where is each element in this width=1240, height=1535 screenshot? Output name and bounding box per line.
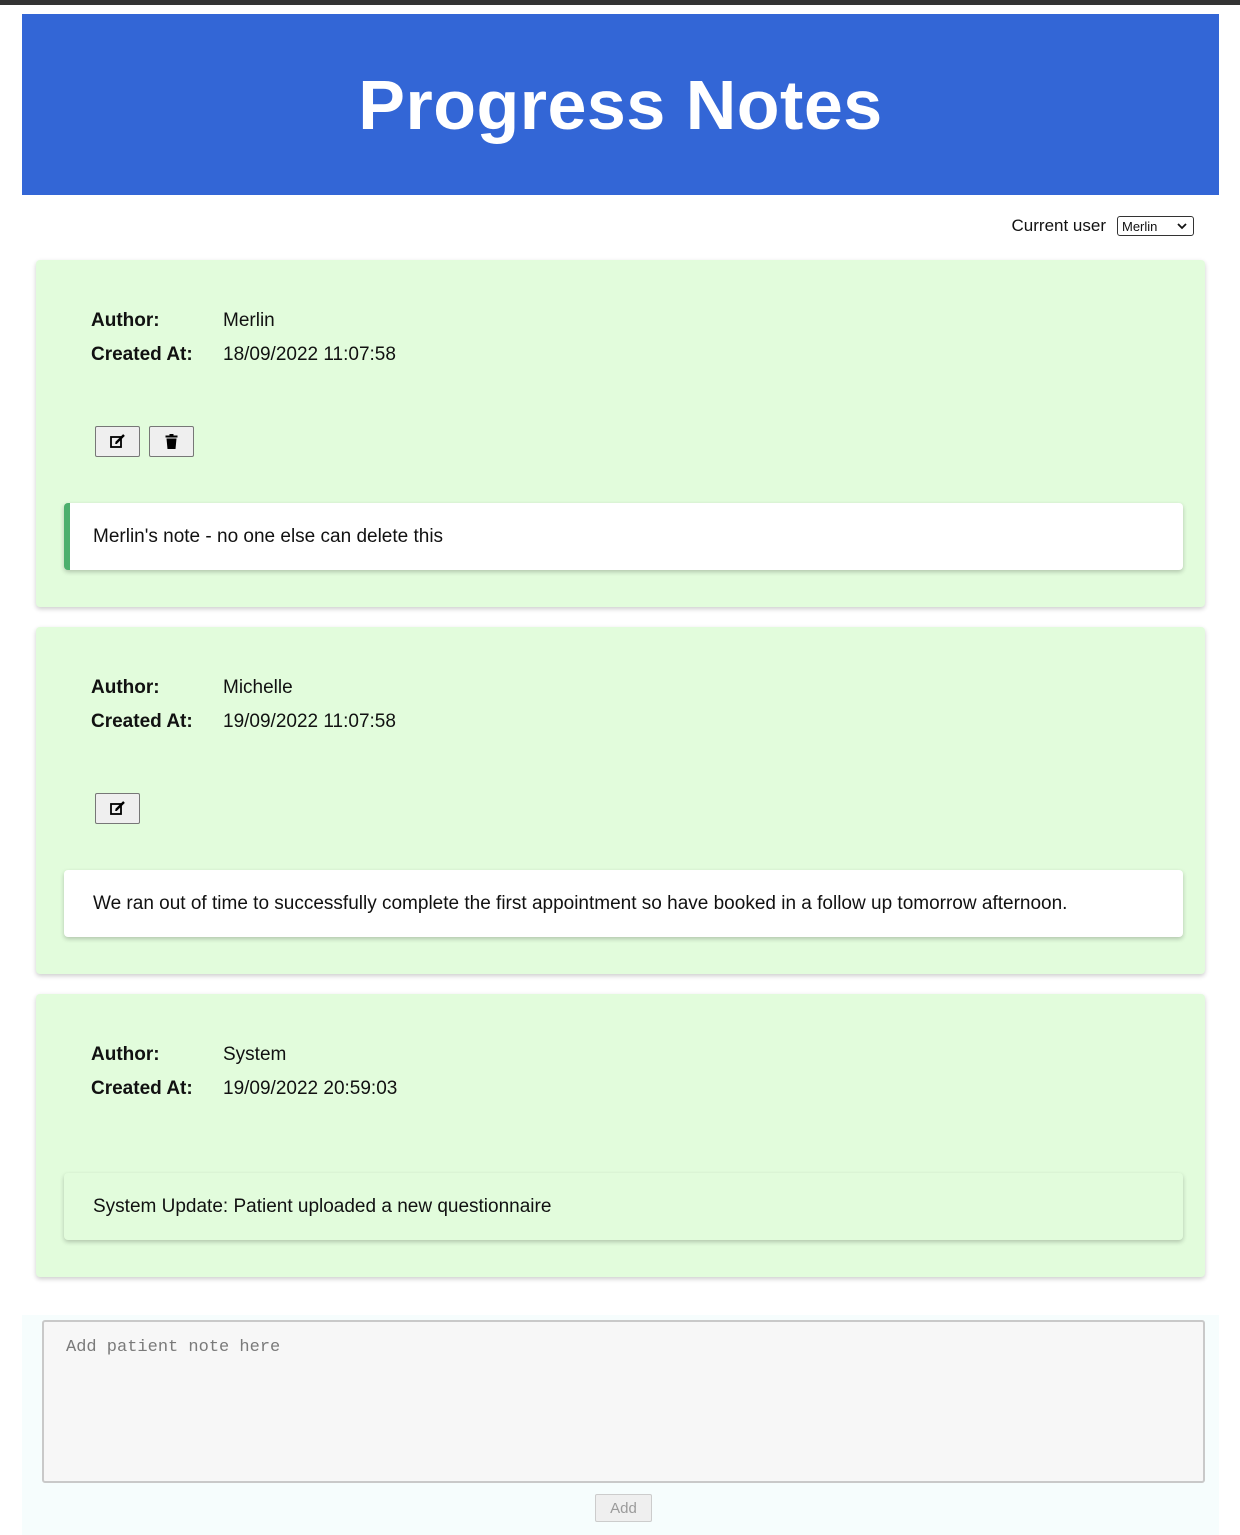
- author-label: Author:: [91, 310, 160, 331]
- current-user-value: Merlin: [1122, 218, 1158, 234]
- current-user-select[interactable]: Merlin: [1117, 216, 1194, 236]
- created-at-value: 19/09/2022 11:07:58: [223, 711, 396, 732]
- note-composer: Add: [22, 1315, 1219, 1535]
- note-card: Author: Merlin Created At: 18/09/2022 11…: [36, 260, 1205, 607]
- note-text-content: Merlin's note - no one else can delete t…: [93, 525, 444, 547]
- note-text-content: We ran out of time to successfully compl…: [93, 892, 1068, 914]
- note-card: Author: Michelle Created At: 19/09/2022 …: [36, 627, 1205, 974]
- top-border: [0, 0, 1240, 5]
- created-at-label: Created At:: [91, 344, 193, 365]
- note-actions: [95, 426, 194, 457]
- note-actions: [95, 793, 140, 824]
- created-at-label: Created At:: [91, 711, 193, 732]
- edit-icon: [109, 801, 125, 815]
- created-at-value: 19/09/2022 20:59:03: [223, 1078, 398, 1099]
- edit-button[interactable]: [95, 426, 140, 457]
- current-user-label: Current user: [1011, 216, 1106, 235]
- patient-note-input[interactable]: [42, 1320, 1205, 1483]
- current-user-picker: Current user Merlin: [1012, 216, 1194, 236]
- trash-icon: [165, 434, 178, 449]
- edit-button[interactable]: [95, 793, 140, 824]
- note-meta: Author: Merlin Created At: 18/09/2022 11…: [91, 304, 396, 372]
- chevron-down-icon: [1177, 222, 1187, 229]
- page-header: Progress Notes: [22, 14, 1219, 195]
- author-value: Michelle: [223, 677, 293, 698]
- delete-button[interactable]: [149, 426, 194, 457]
- note-text: System Update: Patient uploaded a new qu…: [64, 1173, 1183, 1240]
- note-meta: Author: Michelle Created At: 19/09/2022 …: [91, 671, 396, 739]
- edit-icon: [109, 434, 125, 448]
- note-text: We ran out of time to successfully compl…: [64, 870, 1183, 937]
- note-text: Merlin's note - no one else can delete t…: [64, 503, 1183, 570]
- author-value: System: [223, 1044, 287, 1065]
- note-meta: Author: System Created At: 19/09/2022 20…: [91, 1038, 397, 1106]
- author-label: Author:: [91, 1044, 160, 1065]
- created-at-label: Created At:: [91, 1078, 193, 1099]
- author-value: Merlin: [223, 310, 275, 331]
- note-text-content: System Update: Patient uploaded a new qu…: [93, 1195, 552, 1217]
- add-note-button[interactable]: Add: [595, 1494, 652, 1522]
- page-title: Progress Notes: [358, 65, 883, 144]
- note-card: Author: System Created At: 19/09/2022 20…: [36, 994, 1205, 1277]
- created-at-value: 18/09/2022 11:07:58: [223, 344, 396, 365]
- author-label: Author:: [91, 677, 160, 698]
